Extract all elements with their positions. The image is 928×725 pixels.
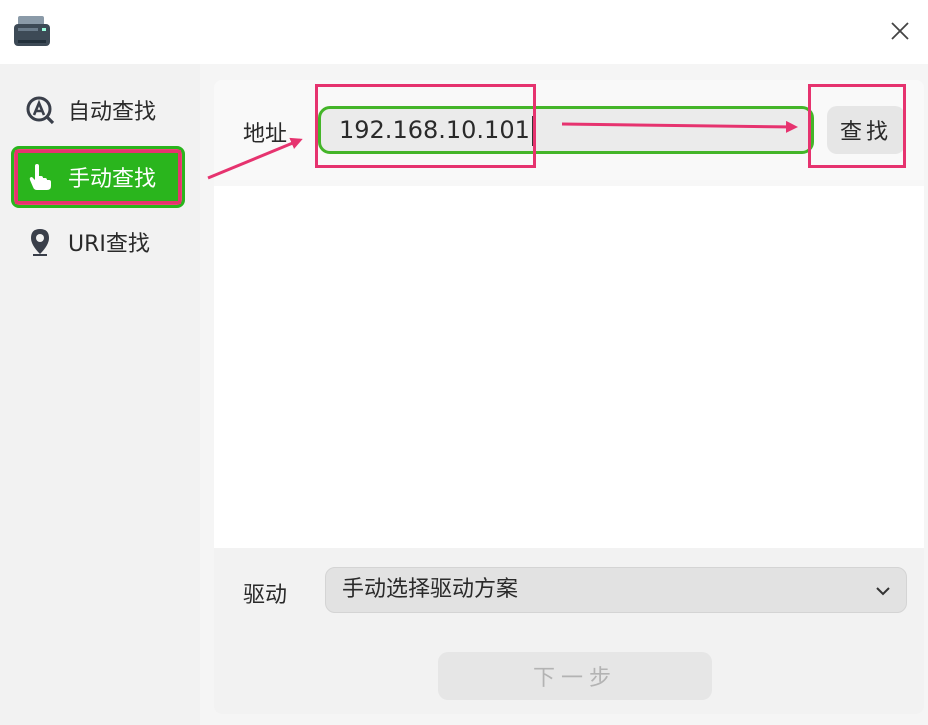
highlight-box-sidebar: [15, 150, 181, 204]
driver-label: 驱动: [243, 583, 288, 608]
close-icon: [891, 22, 909, 40]
driver-select-value: 手动选择驱动方案: [342, 577, 519, 602]
auto-search-icon: [24, 94, 56, 126]
sidebar-item-auto-search[interactable]: 自动查找: [14, 82, 182, 138]
title-bar: [0, 0, 928, 64]
sidebar-item-uri-search[interactable]: URI查找: [14, 214, 182, 270]
highlight-box-address: [315, 84, 536, 168]
sidebar-item-label: URI查找: [68, 232, 150, 257]
next-button[interactable]: 下一步: [438, 652, 712, 700]
address-label: 地址: [243, 122, 288, 147]
location-pin-icon: [24, 226, 56, 258]
results-area: [214, 186, 924, 548]
chevron-down-icon: [876, 587, 890, 596]
close-button[interactable]: [886, 17, 914, 45]
printer-icon: [12, 14, 52, 50]
sidebar-item-label: 自动查找: [68, 100, 157, 125]
driver-select[interactable]: 手动选择驱动方案: [325, 567, 907, 613]
highlight-box-search: [808, 84, 906, 168]
